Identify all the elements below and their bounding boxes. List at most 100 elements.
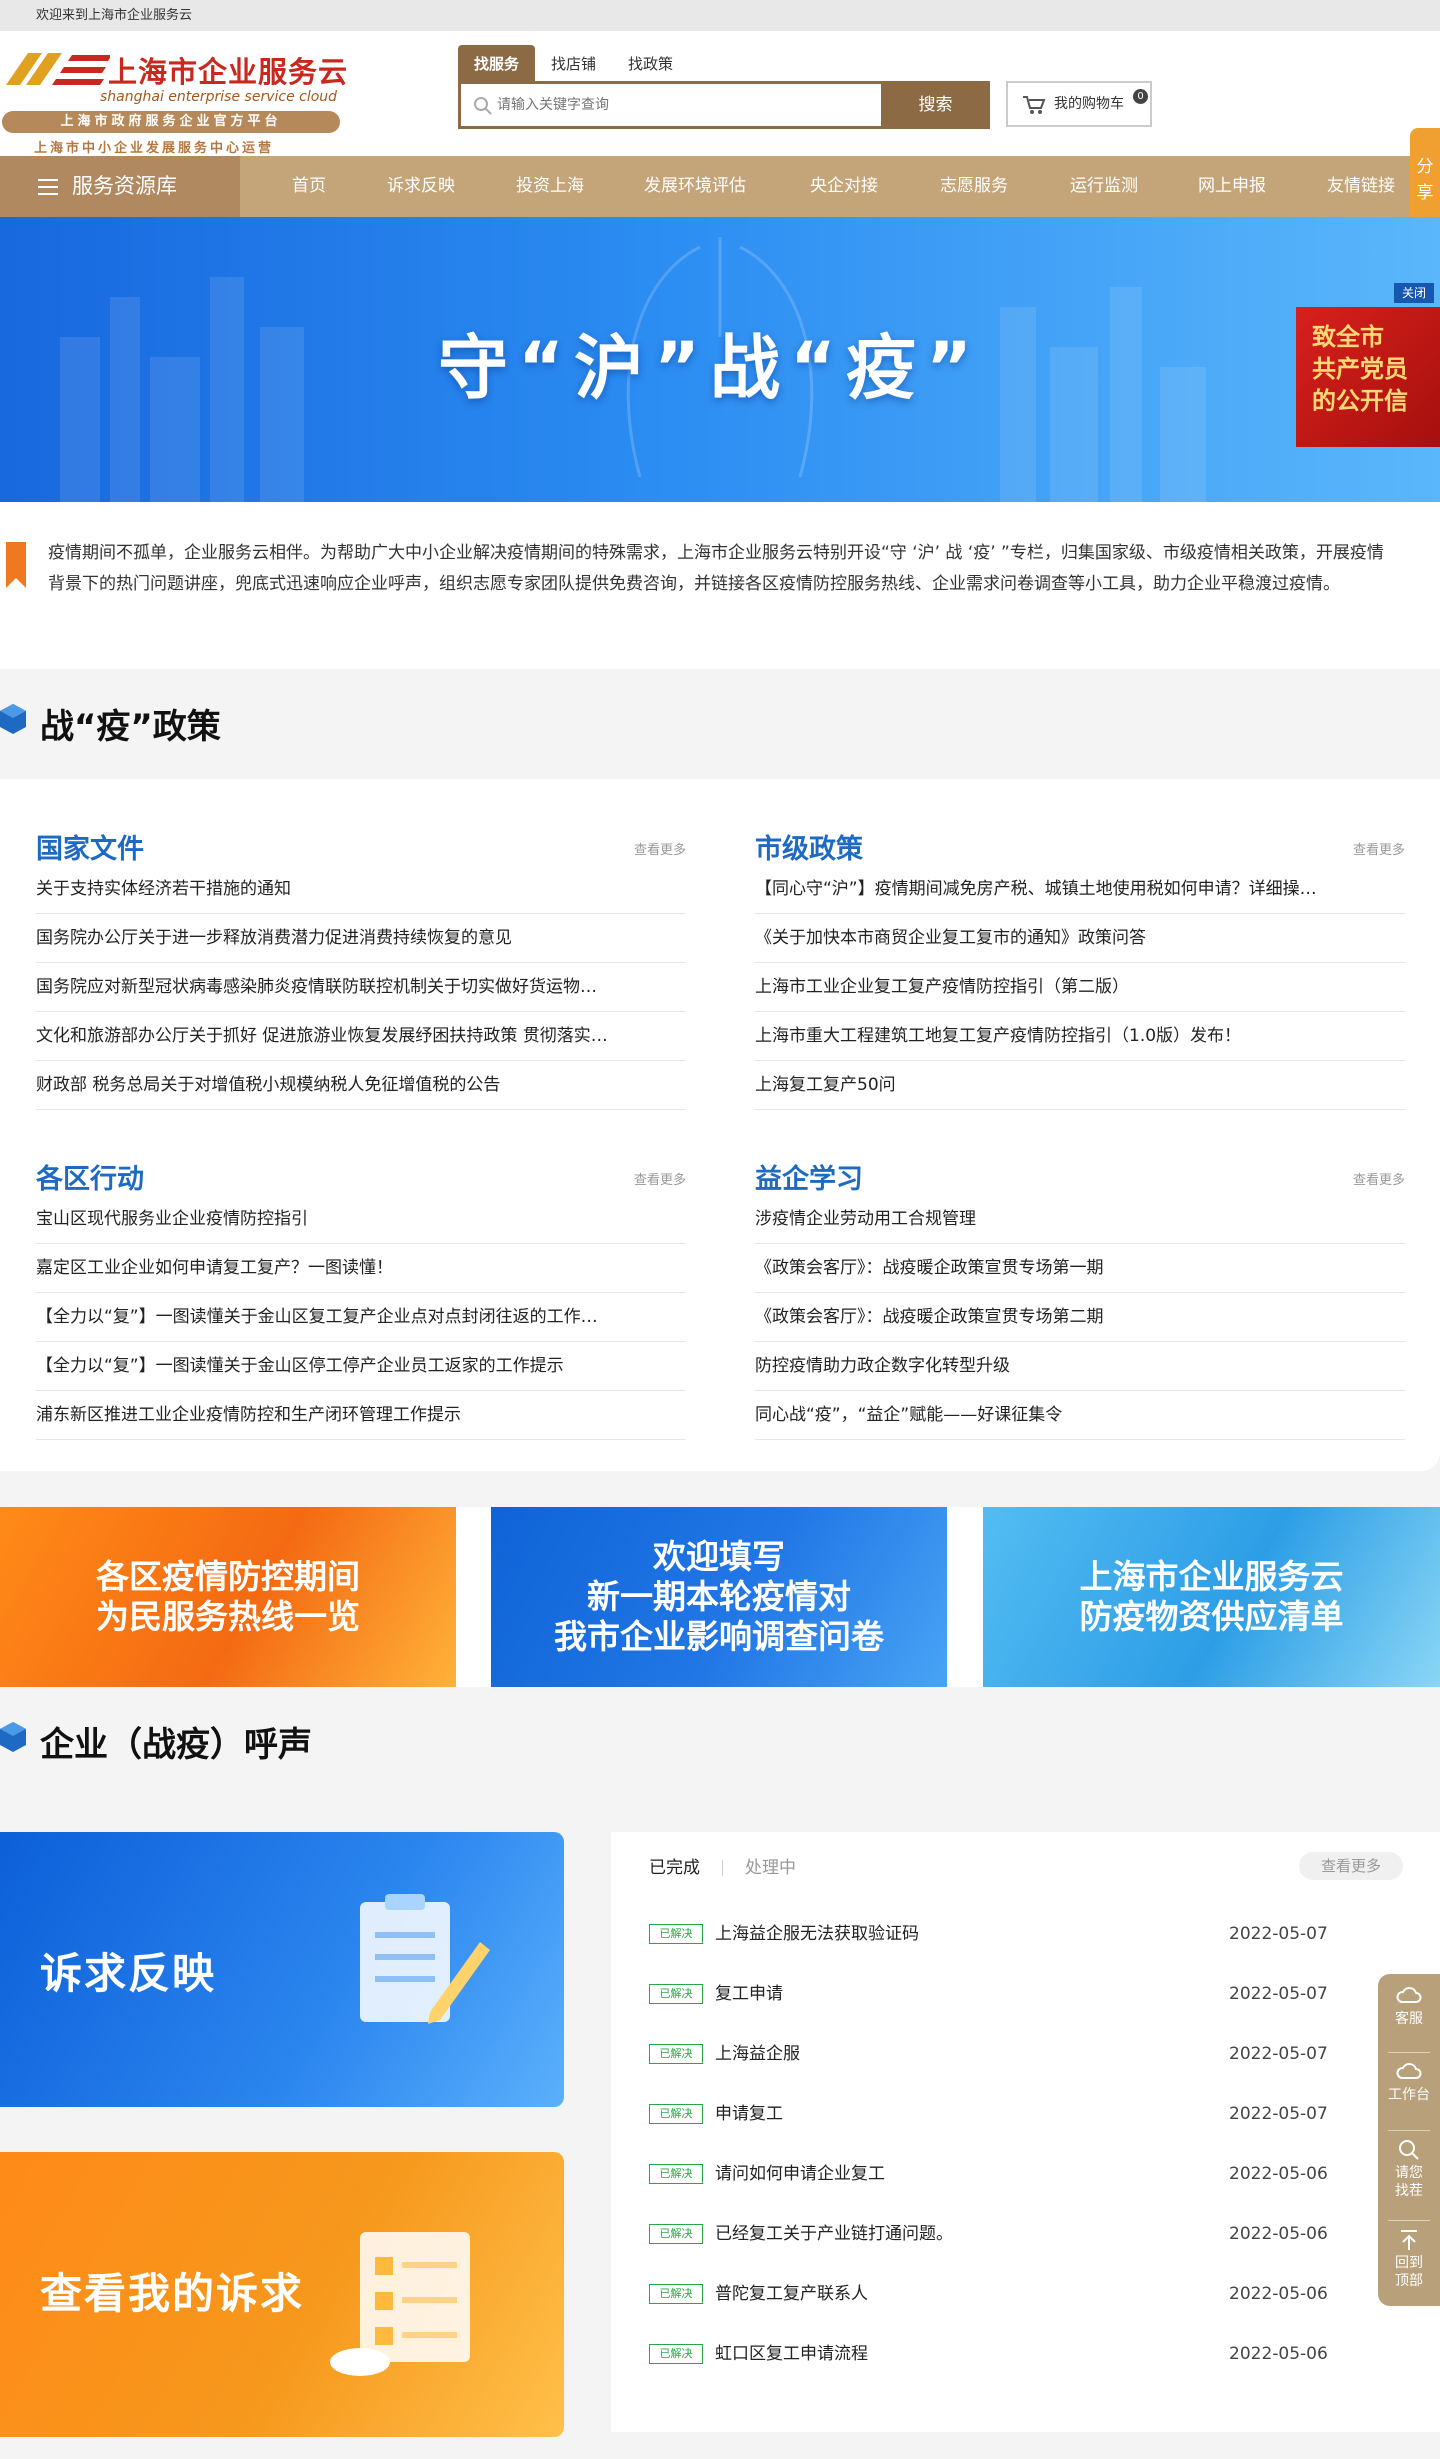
news-item[interactable]: 防控疫情助力政企数字化转型升级 xyxy=(755,1342,1405,1391)
nav-item-invest[interactable]: 投资上海 xyxy=(516,156,584,217)
news-item[interactable]: 《关于加快本市商贸企业复工复市的通知》政策问答 xyxy=(755,914,1405,963)
divider xyxy=(1388,2220,1430,2221)
intro-text: 疫情期间不孤单，企业服务云相伴。为帮助广大中小企业解决疫情期间的特殊需求，上海市… xyxy=(48,543,1384,594)
appeal-title: 复工申请 xyxy=(715,1984,783,2004)
promo-survey-banner[interactable]: 欢迎填写 新一期本轮疫情对 我市企业影响调查问卷 xyxy=(491,1507,947,1687)
news-item[interactable]: 文化和旅游部办公厅关于抓好 促进旅游业恢复发展纾困扶持政策 贯彻落实… xyxy=(36,1012,686,1061)
appeal-row[interactable]: 已解决 虹口区复工申请流程 2022-05-06 xyxy=(649,2322,1349,2382)
checklist-icon xyxy=(330,2232,470,2376)
view-more-link[interactable]: 查看更多 xyxy=(634,1169,686,1188)
nav-item-home[interactable]: 首页 xyxy=(292,156,326,217)
nav-item-volunteer[interactable]: 志愿服务 xyxy=(940,156,1008,217)
intro-section: 疫情期间不孤单，企业服务云相伴。为帮助广大中小企业解决疫情期间的特殊需求，上海市… xyxy=(0,502,1440,669)
nav-item-online[interactable]: 网上申报 xyxy=(1198,156,1266,217)
appeal-date: 2022-05-06 xyxy=(1229,2164,1328,2184)
news-item[interactable]: 涉疫情企业劳动用工合规管理 xyxy=(755,1195,1405,1244)
policy-section: 战“疫”政策 国家文件 查看更多 关于支持实体经济若干措施的通知 国务院办公厅关… xyxy=(0,669,1440,1507)
workbench-label: 工作台 xyxy=(1388,2087,1430,2103)
news-item[interactable]: 财政部 税务总局关于对增值税小规模纳税人免征增值税的公告 xyxy=(36,1061,686,1110)
news-item[interactable]: 《政策会客厅》：战疫暖企政策宣贯专场第二期 xyxy=(755,1293,1405,1342)
feedback-label: 找茬 xyxy=(1395,2183,1423,2199)
appeal-row[interactable]: 已解决 上海益企服无法获取验证码 2022-05-07 xyxy=(649,1902,1349,1962)
tab-completed[interactable]: 已完成 xyxy=(649,1848,700,1888)
news-item[interactable]: 【同心守“沪”】疫情期间减免房产税、城镇土地使用税如何申请？详细操… xyxy=(755,865,1405,914)
view-more-link[interactable]: 查看更多 xyxy=(1353,839,1405,858)
nav-item-appeal[interactable]: 诉求反映 xyxy=(387,156,455,217)
policy-section-title: 战“疫”政策 xyxy=(40,707,221,747)
cart-count-badge: 0 xyxy=(1133,89,1148,104)
promo-line: 的公开信 xyxy=(1312,387,1408,415)
site-logo[interactable]: 上海市企业服务云 shanghai enterprise service clo… xyxy=(0,41,347,156)
appeal-row[interactable]: 已解决 已经复工关于产业链打通问题。 2022-05-06 xyxy=(649,2202,1349,2262)
news-item[interactable]: 关于支持实体经济若干措施的通知 xyxy=(36,865,686,914)
welcome-text: 欢迎来到上海市企业服务云 xyxy=(36,8,193,23)
appeal-card[interactable]: 诉求反映 xyxy=(0,1832,564,2107)
cart-label: 我的购物车 xyxy=(1054,96,1124,112)
cart-button[interactable]: 我的购物车 0 xyxy=(1006,81,1152,127)
search-button[interactable]: 搜索 xyxy=(881,84,990,126)
tab-processing[interactable]: 处理中 xyxy=(745,1848,796,1888)
search-input[interactable] xyxy=(497,84,877,126)
appeal-title: 普陀复工复产联系人 xyxy=(715,2284,868,2304)
appeal-row[interactable]: 已解决 普陀复工复产联系人 2022-05-06 xyxy=(649,2262,1349,2322)
appeal-view-more-button[interactable]: 查看更多 xyxy=(1299,1852,1403,1880)
feedback-label: 请您 xyxy=(1395,2165,1423,2181)
customer-service-label: 客服 xyxy=(1395,2011,1423,2027)
search-tab-policy[interactable]: 找政策 xyxy=(612,45,689,83)
top-welcome-bar: 欢迎来到上海市企业服务云 xyxy=(0,0,1440,31)
policy-column-district: 各区行动 查看更多 宝山区现代服务业企业疫情防控指引 嘉定区工业企业如何申请复工… xyxy=(36,1149,686,1440)
nav-item-environment[interactable]: 发展环境评估 xyxy=(644,156,746,217)
appeal-row[interactable]: 已解决 申请复工 2022-05-07 xyxy=(649,2082,1349,2142)
search-icon xyxy=(474,97,492,115)
hero-banner: 守“沪”战“疫” 关闭 致全市 共产党员 的公开信 xyxy=(0,217,1440,502)
open-letter-promo[interactable]: 致全市 共产党员 的公开信 xyxy=(1296,307,1440,447)
divider xyxy=(1388,2130,1430,2131)
my-appeals-card[interactable]: 查看我的诉求 xyxy=(0,2152,564,2437)
resource-library-button[interactable]: 服务资源库 xyxy=(0,156,240,217)
news-item[interactable]: 宝山区现代服务业企业疫情防控指引 xyxy=(36,1195,686,1244)
arrow-up-icon xyxy=(1401,2230,1417,2250)
workbench-button[interactable]: 工作台 xyxy=(1378,2054,1440,2126)
search-tab-service[interactable]: 找服务 xyxy=(458,45,536,83)
view-more-link[interactable]: 查看更多 xyxy=(634,839,686,858)
news-item[interactable]: 【全力以“复”】一图读懂关于金山区复工复产企业点对点封闭往返的工作… xyxy=(36,1293,686,1342)
bookmark-icon xyxy=(6,542,26,588)
nav-item-monitor[interactable]: 运行监测 xyxy=(1070,156,1138,217)
magnifier-icon xyxy=(1399,2140,1419,2160)
menu-icon xyxy=(38,179,58,195)
view-more-link[interactable]: 查看更多 xyxy=(1353,1169,1405,1188)
appeal-row[interactable]: 已解决 请问如何申请企业复工 2022-05-06 xyxy=(649,2142,1349,2202)
column-title: 国家文件 xyxy=(36,834,144,865)
search-tab-shop[interactable]: 找店铺 xyxy=(535,45,612,83)
promo-close-button[interactable]: 关闭 xyxy=(1394,283,1434,303)
logo-mark-icon xyxy=(6,53,110,85)
customer-service-button[interactable]: 客服 xyxy=(1378,1978,1440,2050)
promo-hotline-banner[interactable]: 各区疫情防控期间 为民服务热线一览 xyxy=(0,1507,456,1687)
news-item[interactable]: 《政策会客厅》：战疫暖企政策宣贯专场第一期 xyxy=(755,1244,1405,1293)
news-item[interactable]: 嘉定区工业企业如何申请复工复产？一图读懂！ xyxy=(36,1244,686,1293)
logo-band: 上海市政府服务企业官方平台 xyxy=(2,111,340,133)
promo-banners: 各区疫情防控期间 为民服务热线一览 欢迎填写 新一期本轮疫情对 我市企业影响调查… xyxy=(0,1507,1440,1687)
nav-item-soe[interactable]: 央企对接 xyxy=(810,156,878,217)
news-item[interactable]: 浦东新区推进工业企业疫情防控和生产闭环管理工作提示 xyxy=(36,1391,686,1440)
floating-toolbar: 客服 工作台 请您 找茬 回到 顶部 xyxy=(1378,1974,1440,2306)
news-item[interactable]: 国务院办公厅关于进一步释放消费潜力促进消费持续恢复的意见 xyxy=(36,914,686,963)
nav-item-links[interactable]: 友情链接 xyxy=(1327,156,1395,217)
resource-library-label: 服务资源库 xyxy=(72,174,177,198)
feedback-button[interactable]: 请您 找茬 xyxy=(1378,2132,1440,2218)
promo-text: 为民服务热线一览 xyxy=(96,1597,360,1636)
news-item[interactable]: 国务院应对新型冠状病毒感染肺炎疫情联防联控机制关于切实做好货运物… xyxy=(36,963,686,1012)
news-item[interactable]: 上海复工复产50问 xyxy=(755,1061,1405,1110)
news-item[interactable]: 上海市工业企业复工复产疫情防控指引（第二版） xyxy=(755,963,1405,1012)
news-item[interactable]: 上海市重大工程建筑工地复工复产疫情防控指引（1.0版）发布！ xyxy=(755,1012,1405,1061)
promo-supplies-banner[interactable]: 上海市企业服务云 防疫物资供应清单 xyxy=(983,1507,1440,1687)
column-title: 各区行动 xyxy=(36,1164,144,1195)
news-item[interactable]: 【全力以“复”】一图读懂关于金山区停工停产企业员工返家的工作提示 xyxy=(36,1342,686,1391)
back-to-top-button[interactable]: 回到 顶部 xyxy=(1378,2222,1440,2306)
cube-icon xyxy=(0,704,26,734)
appeal-row[interactable]: 已解决 上海益企服 2022-05-07 xyxy=(649,2022,1349,2082)
news-item[interactable]: 同心战“疫”，“益企”赋能——好课征集令 xyxy=(755,1391,1405,1440)
appeal-row[interactable]: 已解决 复工申请 2022-05-07 xyxy=(649,1962,1349,2022)
appeal-date: 2022-05-07 xyxy=(1229,1984,1328,2004)
cube-icon xyxy=(0,1722,26,1752)
